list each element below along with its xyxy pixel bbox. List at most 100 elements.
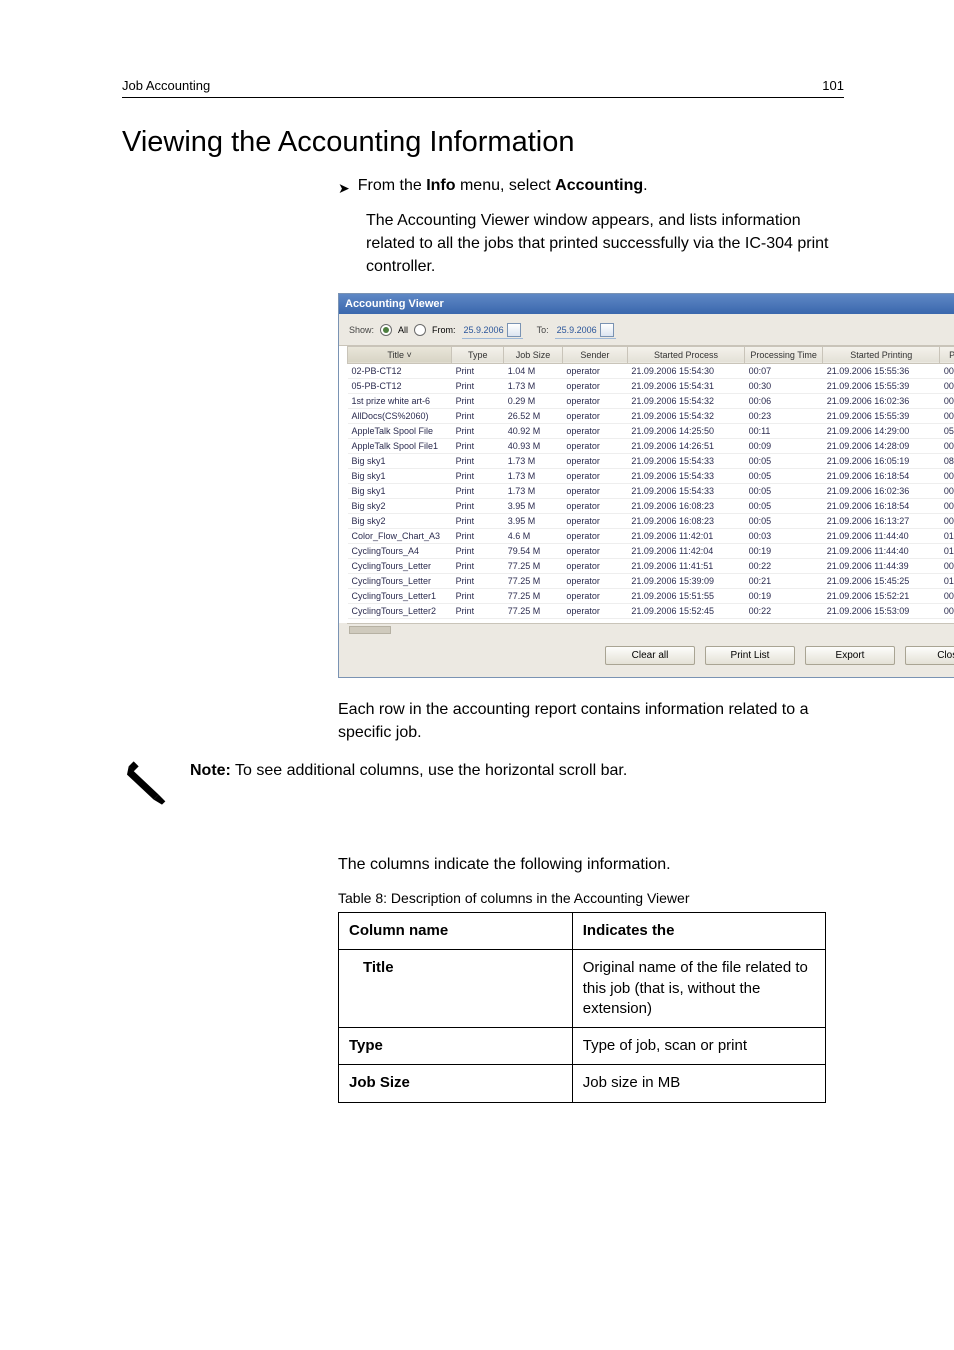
col-sender[interactable]: Sender [562, 346, 627, 363]
grid-cell: 00:03 [745, 528, 823, 543]
grid-cell: 21.09.2006 16:08:23 [627, 498, 744, 513]
table-row[interactable]: AppleTalk Spool File1Print40.93 Moperato… [348, 438, 954, 453]
grid-cell: AllDocs(CS%2060) [348, 408, 452, 423]
grid-cell: 08:34 [940, 453, 954, 468]
to-label: To: [537, 325, 549, 335]
grid-wrap: Title ˅ Type Job Size Sender Started Pro… [339, 346, 954, 623]
grid-cell: 21.09.2006 15:53:09 [823, 603, 940, 618]
grid-cell: Print [452, 558, 504, 573]
table-row[interactable]: 02-PB-CT12Print1.04 Moperator21.09.2006 … [348, 363, 954, 378]
grid-cell: 00:27 [940, 408, 954, 423]
grid-cell: Print [452, 438, 504, 453]
col-processing-time[interactable]: Processing Time [745, 346, 823, 363]
grid-cell: AppleTalk Spool File [348, 423, 452, 438]
export-button[interactable]: Export [805, 646, 895, 665]
grid-cell: 3.95 M [504, 498, 563, 513]
grid-cell: 3.95 M [504, 513, 563, 528]
calendar-icon[interactable] [600, 323, 614, 337]
grid-cell: 00:05 [745, 498, 823, 513]
grid-cell: 21.09.2006 16:18:54 [823, 468, 940, 483]
table-row[interactable]: AppleTalk Spool FilePrint40.92 Moperator… [348, 423, 954, 438]
grid-cell: 21.09.2006 15:52:21 [823, 588, 940, 603]
grid-cell: 00:05 [745, 513, 823, 528]
grid-cell: 21.09.2006 16:18:54 [823, 498, 940, 513]
grid-cell: Big sky1 [348, 483, 452, 498]
grid-cell: operator [562, 603, 627, 618]
grid-cell: 79.54 M [504, 543, 563, 558]
table-row[interactable]: CyclingTours_LetterPrint77.25 Moperator2… [348, 558, 954, 573]
table-row[interactable]: CyclingTours_LetterPrint77.25 Moperator2… [348, 573, 954, 588]
desc-col-indicates: Indicates the [572, 913, 825, 950]
table-row[interactable]: Big sky2Print3.95 Moperator21.09.2006 16… [348, 498, 954, 513]
grid-cell: 21.09.2006 11:42:04 [627, 543, 744, 558]
col-jobsize[interactable]: Job Size [504, 346, 563, 363]
grid-cell: operator [562, 483, 627, 498]
grid-cell: 00:05 [745, 468, 823, 483]
window-buttons: Clear all Print List Export Close [339, 636, 954, 677]
col-printing-ti[interactable]: Printing Ti [940, 346, 954, 363]
from-date-field[interactable]: 25.9.2006 [462, 322, 523, 339]
grid-cell: 21.09.2006 15:45:25 [823, 573, 940, 588]
grid-cell: operator [562, 423, 627, 438]
grid-cell: Print [452, 528, 504, 543]
table-row[interactable]: Big sky1Print1.73 Moperator21.09.2006 15… [348, 468, 954, 483]
grid-cell: Print [452, 378, 504, 393]
calendar-icon[interactable] [507, 323, 521, 337]
running-head-left: Job Accounting [122, 78, 210, 93]
after-grid-para: Each row in the accounting report contai… [338, 698, 828, 744]
grid-cell: 21.09.2006 14:29:00 [823, 423, 940, 438]
desc-name-cell: Title [339, 950, 573, 1028]
grid-cell: 0.29 M [504, 393, 563, 408]
table-row[interactable]: AllDocs(CS%2060)Print26.52 Moperator21.0… [348, 408, 954, 423]
table-row: Job SizeJob size in MB [339, 1065, 826, 1102]
grid-cell: 00:05 [745, 453, 823, 468]
grid-cell: Big sky2 [348, 498, 452, 513]
table-row[interactable]: CyclingTours_Letter2Print77.25 Moperator… [348, 603, 954, 618]
col-started-printing[interactable]: Started Printing [823, 346, 940, 363]
grid-cell: Print [452, 603, 504, 618]
grid-cell: operator [562, 378, 627, 393]
col-started-process[interactable]: Started Process [627, 346, 744, 363]
table-row[interactable]: 05-PB-CT12Print1.73 Moperator21.09.2006 … [348, 378, 954, 393]
radio-all[interactable] [380, 324, 392, 336]
grid-cell: 21.09.2006 16:05:19 [823, 453, 940, 468]
bullet-mid: menu, select [456, 177, 556, 194]
grid-cell: operator [562, 453, 627, 468]
accounting-grid: Title ˅ Type Job Size Sender Started Pro… [347, 346, 954, 619]
table-row[interactable]: 1st prize white art-6Print0.29 Moperator… [348, 393, 954, 408]
radio-all-label: All [398, 325, 408, 335]
grid-cell: 21.09.2006 15:55:39 [823, 378, 940, 393]
horizontal-scrollbar[interactable] [347, 623, 954, 636]
grid-cell: 00:30 [745, 378, 823, 393]
grid-cell: 00:37 [940, 558, 954, 573]
grid-header-row: Title ˅ Type Job Size Sender Started Pro… [348, 346, 954, 363]
window-title: Accounting Viewer [345, 298, 444, 310]
clear-all-button[interactable]: Clear all [605, 646, 695, 665]
radio-from[interactable] [414, 324, 426, 336]
table-row[interactable]: CyclingTours_Letter1Print77.25 Moperator… [348, 588, 954, 603]
col-title[interactable]: Title ˅ [348, 346, 452, 363]
desc-name-cell: Type [339, 1028, 573, 1065]
grid-cell: 21.09.2006 15:54:32 [627, 393, 744, 408]
table-row[interactable]: Color_Flow_Chart_A3Print4.6 Moperator21.… [348, 528, 954, 543]
bullet-post: . [643, 177, 647, 194]
to-date-field[interactable]: 25.9.2006 [555, 322, 616, 339]
scrollbar-thumb[interactable] [349, 626, 391, 634]
table-row[interactable]: CyclingTours_A4Print79.54 Moperator21.09… [348, 543, 954, 558]
table-row[interactable]: Big sky2Print3.95 Moperator21.09.2006 16… [348, 513, 954, 528]
print-list-button[interactable]: Print List [705, 646, 795, 665]
note-text: Note: To see additional columns, use the… [190, 758, 627, 782]
grid-cell: Print [452, 543, 504, 558]
col-type[interactable]: Type [452, 346, 504, 363]
grid-cell: 00:21 [745, 573, 823, 588]
grid-cell: 40.92 M [504, 423, 563, 438]
table-row[interactable]: Big sky1Print1.73 Moperator21.09.2006 15… [348, 483, 954, 498]
grid-cell: Print [452, 573, 504, 588]
description-table: Column name Indicates the TitleOriginal … [338, 912, 826, 1103]
grid-cell: 1.73 M [504, 378, 563, 393]
grid-cell: 1.73 M [504, 453, 563, 468]
intro-para: The Accounting Viewer window appears, an… [366, 209, 836, 279]
grid-cell: 21.09.2006 15:55:36 [823, 363, 940, 378]
close-button[interactable]: Close [905, 646, 954, 665]
table-row[interactable]: Big sky1Print1.73 Moperator21.09.2006 15… [348, 453, 954, 468]
